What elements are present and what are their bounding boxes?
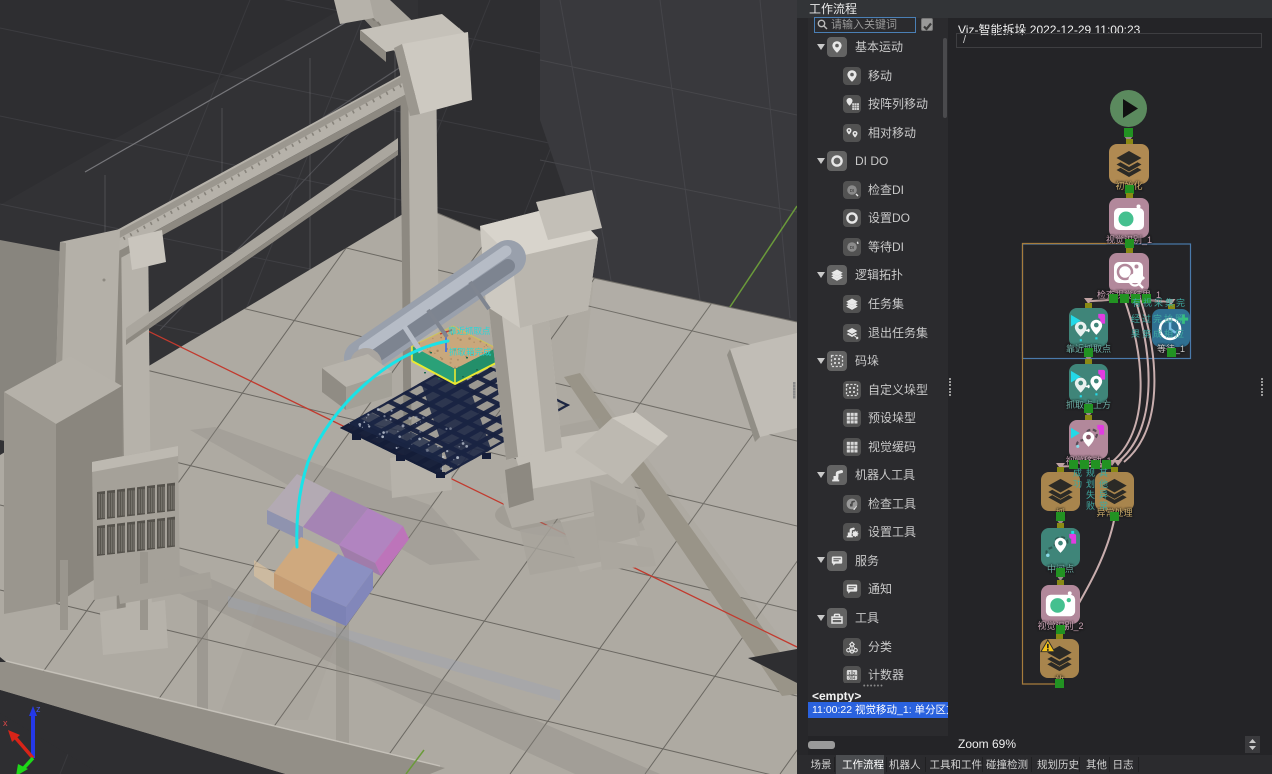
svg-text:x: x	[3, 718, 8, 728]
svg-text:4: 4	[853, 675, 856, 680]
svg-text:DI: DI	[850, 245, 855, 250]
svg-text:3: 3	[848, 675, 851, 680]
svg-text:靠近抓取点: 靠近抓取点	[448, 326, 491, 336]
svg-text:抓取箱完成: 抓取箱完成	[449, 347, 492, 357]
svg-text:DI: DI	[850, 188, 855, 193]
svg-text:z: z	[36, 704, 41, 714]
